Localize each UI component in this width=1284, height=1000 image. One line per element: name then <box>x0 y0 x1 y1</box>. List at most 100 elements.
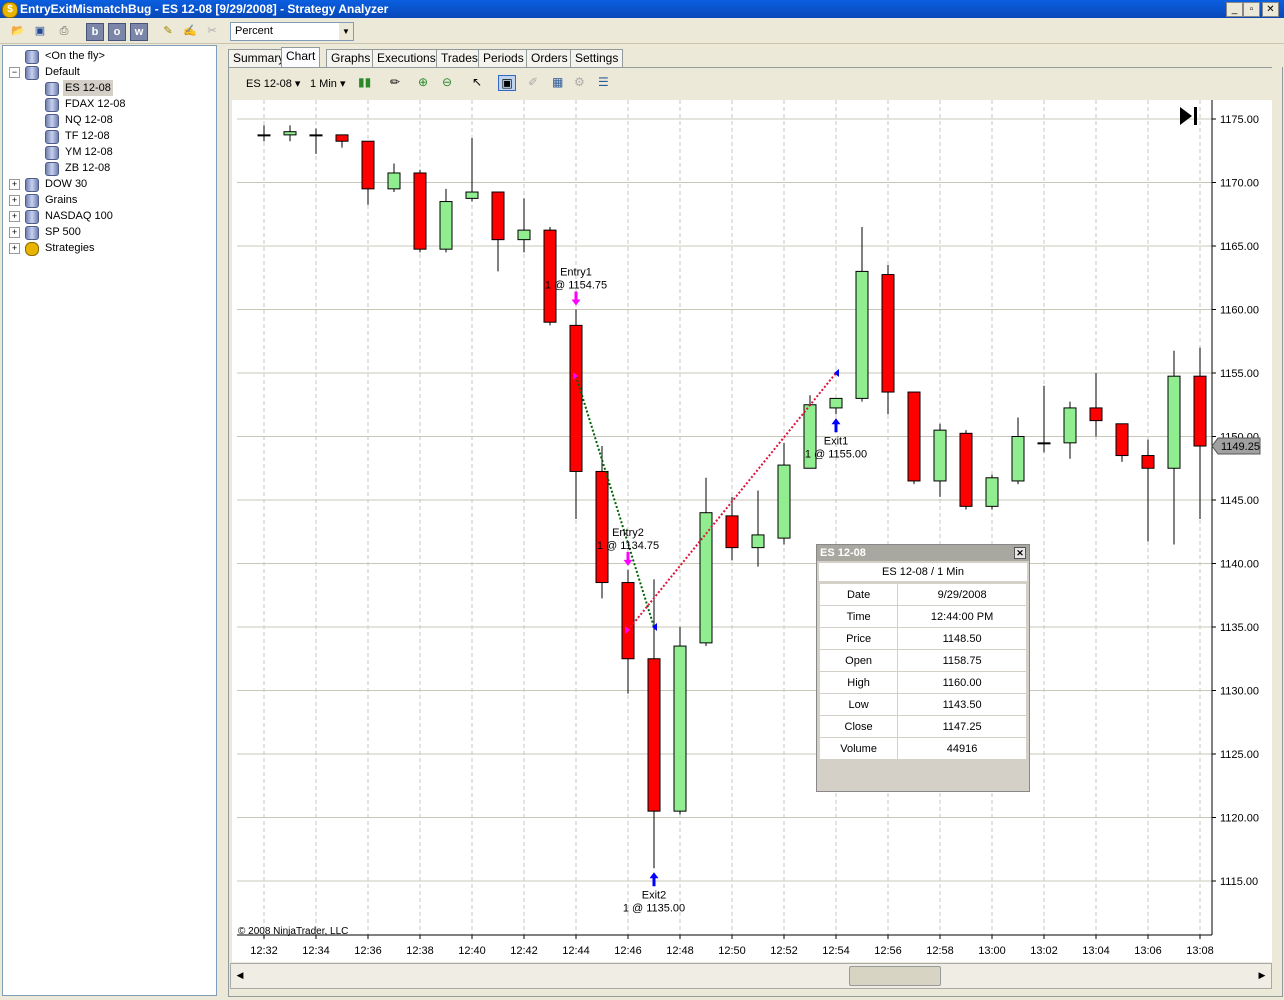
candle-body[interactable] <box>1115 423 1129 457</box>
candle-body[interactable] <box>1193 375 1207 447</box>
data-box-icon[interactable]: ▣ <box>498 75 516 91</box>
interval-select[interactable]: 1 Min ▾ <box>310 77 345 90</box>
chart-list-icon[interactable]: ☰ <box>598 75 609 89</box>
scroll-right-icon[interactable]: ▶ <box>1255 967 1269 983</box>
candle-body[interactable] <box>309 134 323 137</box>
instrument-select[interactable]: ES 12-08 ▾ <box>246 77 300 90</box>
candle-body[interactable] <box>777 464 791 539</box>
candle-body[interactable] <box>881 274 895 393</box>
tab-periods[interactable]: Periods <box>478 49 529 67</box>
plot-area[interactable] <box>237 100 1212 935</box>
candle-body[interactable] <box>1141 455 1155 469</box>
execution-name: Entry2 <box>612 527 644 539</box>
vertical-scrollbar[interactable] <box>1272 67 1282 993</box>
data-box-value: 12:44:00 PM <box>897 605 1027 628</box>
strategy-chart-icon[interactable]: ▦ <box>552 75 563 89</box>
scroll-left-icon[interactable]: ◀ <box>233 967 247 983</box>
candle-body[interactable] <box>829 397 843 409</box>
tab-trades[interactable]: Trades <box>436 49 483 67</box>
candle-body[interactable] <box>595 470 609 584</box>
data-box-title: ES 12-08 <box>820 547 866 559</box>
candle-body[interactable] <box>725 515 739 549</box>
strategy-icon[interactable]: ✎ <box>160 23 176 39</box>
x-tick-label: 12:38 <box>406 945 434 957</box>
database-icon <box>45 146 59 160</box>
close-button[interactable]: ✕ <box>1262 2 1279 17</box>
y-tick-label: 1165.00 <box>1220 241 1259 253</box>
candle-body[interactable] <box>933 429 947 482</box>
data-box-key: Time <box>818 605 899 628</box>
expand-icon[interactable]: + <box>9 227 20 238</box>
backtest-icon[interactable]: b <box>86 23 104 41</box>
tree-item-label: NASDAQ 100 <box>45 210 113 222</box>
remove-icon[interactable]: ✂ <box>204 23 220 39</box>
collapse-icon[interactable]: − <box>9 67 20 78</box>
candle-body[interactable] <box>543 229 557 323</box>
candle-body[interactable] <box>257 134 271 137</box>
expand-icon[interactable]: + <box>9 179 20 190</box>
candle-body[interactable] <box>491 191 505 241</box>
data-box-row: Time 12:44:00 PM <box>818 605 1027 628</box>
properties-icon[interactable]: ⚙ <box>574 75 585 89</box>
data-box-window[interactable]: ES 12-08 ✕ ES 12-08 / 1 Min Date 9/29/200… <box>816 544 1030 792</box>
candle-body[interactable] <box>1063 407 1077 444</box>
optimize-icon[interactable]: o <box>108 23 126 41</box>
price-chart[interactable]: 1175.00 1170.00 1165.00 1160.00 1155.00 1150.… <box>232 100 1279 962</box>
expand-icon[interactable]: + <box>9 243 20 254</box>
candle-body[interactable] <box>621 582 635 660</box>
zoom-out-icon[interactable]: ⊖ <box>442 75 452 89</box>
candle-body[interactable] <box>907 391 921 482</box>
candle-body[interactable] <box>1089 407 1103 422</box>
y-tick-label: 1170.00 <box>1220 178 1259 190</box>
candle-body[interactable] <box>335 134 349 142</box>
candle-body[interactable] <box>413 172 427 250</box>
candle-body[interactable] <box>439 201 453 250</box>
indicator-icon[interactable]: ✐ <box>528 75 538 89</box>
walkforward-icon[interactable]: w <box>130 23 148 41</box>
candle-body[interactable] <box>569 324 583 472</box>
minimize-button[interactable]: _ <box>1226 2 1243 17</box>
chevron-down-icon[interactable]: ▼ <box>339 23 353 40</box>
tree-item-label: ES 12-08 <box>63 80 113 96</box>
display-unit-select[interactable]: Percent ▼ <box>230 22 354 41</box>
candle-body[interactable] <box>361 140 375 190</box>
candle-body[interactable] <box>751 534 765 549</box>
candle-body[interactable] <box>517 229 531 241</box>
data-box-subtitle: ES 12-08 / 1 Min <box>819 563 1027 581</box>
pointer-icon[interactable]: ↖ <box>472 75 482 89</box>
data-box-titlebar[interactable]: ES 12-08 ✕ <box>817 545 1029 561</box>
candle-body[interactable] <box>465 191 479 199</box>
candle-body[interactable] <box>387 172 401 190</box>
drawing-tool-icon[interactable]: ✏ <box>390 75 400 89</box>
restore-button[interactable]: ▫ <box>1243 2 1260 17</box>
open-icon[interactable]: 📂 <box>10 23 26 39</box>
tab-chart[interactable]: Chart <box>281 47 321 68</box>
zoom-in-icon[interactable]: ⊕ <box>418 75 428 89</box>
scroll-thumb[interactable] <box>849 966 941 986</box>
candle-body[interactable] <box>283 131 297 136</box>
tab-executions[interactable]: Executions <box>372 49 441 67</box>
candle-body[interactable] <box>1037 442 1051 445</box>
horizontal-scrollbar[interactable]: ◀ ▶ <box>230 963 1272 989</box>
tab-graphs[interactable]: Graphs <box>326 49 376 67</box>
candle-body[interactable] <box>1167 375 1181 469</box>
edit-strategy-icon[interactable]: ✍ <box>182 23 198 39</box>
close-icon[interactable]: ✕ <box>1014 547 1026 559</box>
tab-orders[interactable]: Orders <box>526 49 573 67</box>
candlestick-chart[interactable]: 1175.001170.001165.001160.001155.001150.… <box>232 100 1279 962</box>
candle-body[interactable] <box>673 645 687 812</box>
expand-icon[interactable]: + <box>9 195 20 206</box>
tab-settings[interactable]: Settings <box>570 49 624 67</box>
candle-body[interactable] <box>959 432 973 507</box>
expand-icon[interactable]: + <box>9 211 20 222</box>
tree-item-label: NQ 12-08 <box>65 114 113 126</box>
candle-body[interactable] <box>1011 436 1025 482</box>
data-box-value: 1148.50 <box>897 627 1027 650</box>
candle-body[interactable] <box>647 658 661 812</box>
candle-body[interactable] <box>985 477 999 507</box>
candle-body[interactable] <box>855 270 869 399</box>
candlestick-style-icon[interactable]: ▮▮ <box>358 75 371 89</box>
save-icon[interactable]: ▣ <box>32 23 48 39</box>
print-icon[interactable]: ⎙ <box>56 23 72 39</box>
execution-detail: 1 @ 1135.00 <box>623 902 685 914</box>
